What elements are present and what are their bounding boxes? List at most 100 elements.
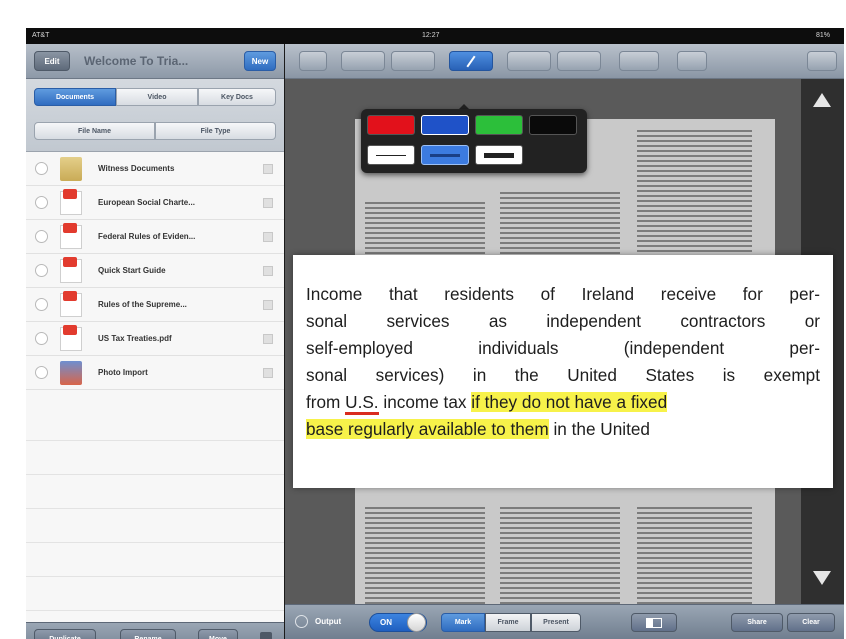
list-item[interactable]: European Social Charte... (26, 186, 284, 220)
carrier-label: AT&T (32, 32, 50, 39)
empty-list-area (26, 407, 284, 622)
page-down-icon[interactable] (813, 571, 831, 585)
pdf-icon (60, 257, 82, 283)
select-radio[interactable] (35, 230, 48, 243)
camera-icon[interactable] (619, 51, 659, 71)
menu-icon[interactable] (807, 51, 837, 71)
text-line: sonal services) in the United States is … (306, 365, 820, 385)
list-item[interactable]: US Tax Treaties.pdf (26, 322, 284, 356)
underlined-text: U.S. (345, 392, 379, 415)
detail-checkbox[interactable] (263, 300, 273, 310)
browser-navbar: Edit Welcome To Tria... New (26, 44, 284, 79)
magnified-text: Income that residents of Ireland receive… (306, 281, 820, 443)
sort-file-name[interactable]: File Name (34, 122, 155, 140)
page-up-icon[interactable] (813, 93, 831, 107)
mode-frame[interactable]: Frame (485, 613, 531, 632)
pen-icon[interactable] (391, 51, 435, 71)
stamp-icon[interactable] (557, 51, 601, 71)
eraser-icon[interactable] (507, 51, 551, 71)
color-palette-popover (361, 109, 587, 173)
magnified-text-view: Income that residents of Ireland receive… (293, 255, 833, 488)
color-swatch-red[interactable] (367, 115, 415, 135)
back-icon[interactable] (299, 51, 327, 71)
list-item[interactable]: Federal Rules of Eviden... (26, 220, 284, 254)
trash-icon[interactable] (260, 632, 272, 639)
highlighted-text: if they do not have a fixed (471, 392, 668, 412)
status-bar: AT&T 12:27 81% (26, 28, 844, 44)
filter-controls: Documents Video Key Docs File Name File … (26, 79, 284, 152)
color-swatch-green[interactable] (475, 115, 523, 135)
new-button[interactable]: New (244, 51, 276, 71)
pdf-icon (60, 325, 82, 351)
select-radio[interactable] (35, 298, 48, 311)
pdf-icon (60, 189, 82, 215)
split-view-icon[interactable] (631, 613, 677, 632)
text-line: base regularly available to them in the … (306, 419, 650, 439)
file-name: Federal Rules of Eviden... (98, 232, 196, 241)
highlighted-text: base regularly available to them (306, 419, 549, 439)
select-radio[interactable] (35, 264, 48, 277)
text-line: Income that residents of Ireland receive… (306, 284, 820, 304)
detail-checkbox[interactable] (263, 266, 273, 276)
line-width-thin[interactable] (367, 145, 415, 165)
line-width-thick[interactable] (475, 145, 523, 165)
folder-icon (60, 157, 82, 181)
select-radio[interactable] (35, 366, 48, 379)
document-viewer: Income that residents of Ireland receive… (285, 44, 844, 639)
duplicate-button[interactable]: Duplicate (34, 629, 96, 639)
mode-mark[interactable]: Mark (441, 613, 485, 632)
output-radio[interactable] (295, 615, 308, 628)
output-label: Output (315, 617, 342, 626)
line-tool-icon[interactable] (449, 51, 493, 71)
detail-checkbox[interactable] (263, 198, 273, 208)
line-width-medium[interactable] (421, 145, 469, 165)
list-item[interactable]: Witness Documents (26, 152, 284, 186)
file-name: Witness Documents (98, 164, 175, 173)
select-radio[interactable] (35, 332, 48, 345)
rename-button[interactable]: Rename (120, 629, 176, 639)
clear-button[interactable]: Clear (787, 613, 835, 632)
text-line: sonal services as independent contractor… (306, 311, 820, 331)
highlighter-icon[interactable] (341, 51, 385, 71)
segment-key-docs[interactable]: Key Docs (198, 88, 276, 106)
browser-title: Welcome To Tria... (84, 54, 189, 68)
detail-checkbox[interactable] (263, 368, 273, 378)
segment-video[interactable]: Video (116, 88, 198, 106)
viewer-bottom-toolbar: Output ON Mark Frame Present Share Clear (285, 604, 844, 639)
output-toggle[interactable]: ON (369, 613, 427, 632)
file-name: Photo Import (98, 368, 148, 377)
file-name: Rules of the Supreme... (98, 300, 187, 309)
document-canvas[interactable]: Income that residents of Ireland receive… (285, 79, 844, 609)
browser-toolbar: Duplicate Rename Move (26, 622, 284, 639)
list-item[interactable]: Quick Start Guide (26, 254, 284, 288)
photo-icon (60, 361, 82, 385)
battery-label: 81% (816, 32, 831, 39)
zoom-icon[interactable] (677, 51, 707, 71)
mode-present[interactable]: Present (531, 613, 581, 632)
clock: 12:27 (422, 32, 440, 39)
file-name: Quick Start Guide (98, 266, 166, 275)
sort-file-type[interactable]: File Type (155, 122, 276, 140)
select-radio[interactable] (35, 162, 48, 175)
edit-button[interactable]: Edit (34, 51, 70, 71)
color-swatch-blue[interactable] (421, 115, 469, 135)
file-name: European Social Charte... (98, 198, 195, 207)
pdf-icon (60, 291, 82, 317)
select-radio[interactable] (35, 196, 48, 209)
text-line: from U.S. income tax if they do not have… (306, 389, 820, 416)
list-item[interactable]: Rules of the Supreme... (26, 288, 284, 322)
detail-checkbox[interactable] (263, 164, 273, 174)
file-name: US Tax Treaties.pdf (98, 334, 172, 343)
color-swatch-black[interactable] (529, 115, 577, 135)
detail-checkbox[interactable] (263, 232, 273, 242)
detail-checkbox[interactable] (263, 334, 273, 344)
file-list: Witness Documents European Social Charte… (26, 152, 284, 407)
list-item[interactable]: Photo Import (26, 356, 284, 390)
move-button[interactable]: Move (198, 629, 238, 639)
text-line: self-employed individuals (independent p… (306, 338, 820, 358)
pdf-icon (60, 223, 82, 249)
share-button[interactable]: Share (731, 613, 783, 632)
segment-documents[interactable]: Documents (34, 88, 116, 106)
document-browser: Edit Welcome To Tria... New Documents Vi… (26, 44, 284, 639)
ipad-screen: AT&T 12:27 81% Edit Welcome To Tria... N… (26, 28, 844, 639)
